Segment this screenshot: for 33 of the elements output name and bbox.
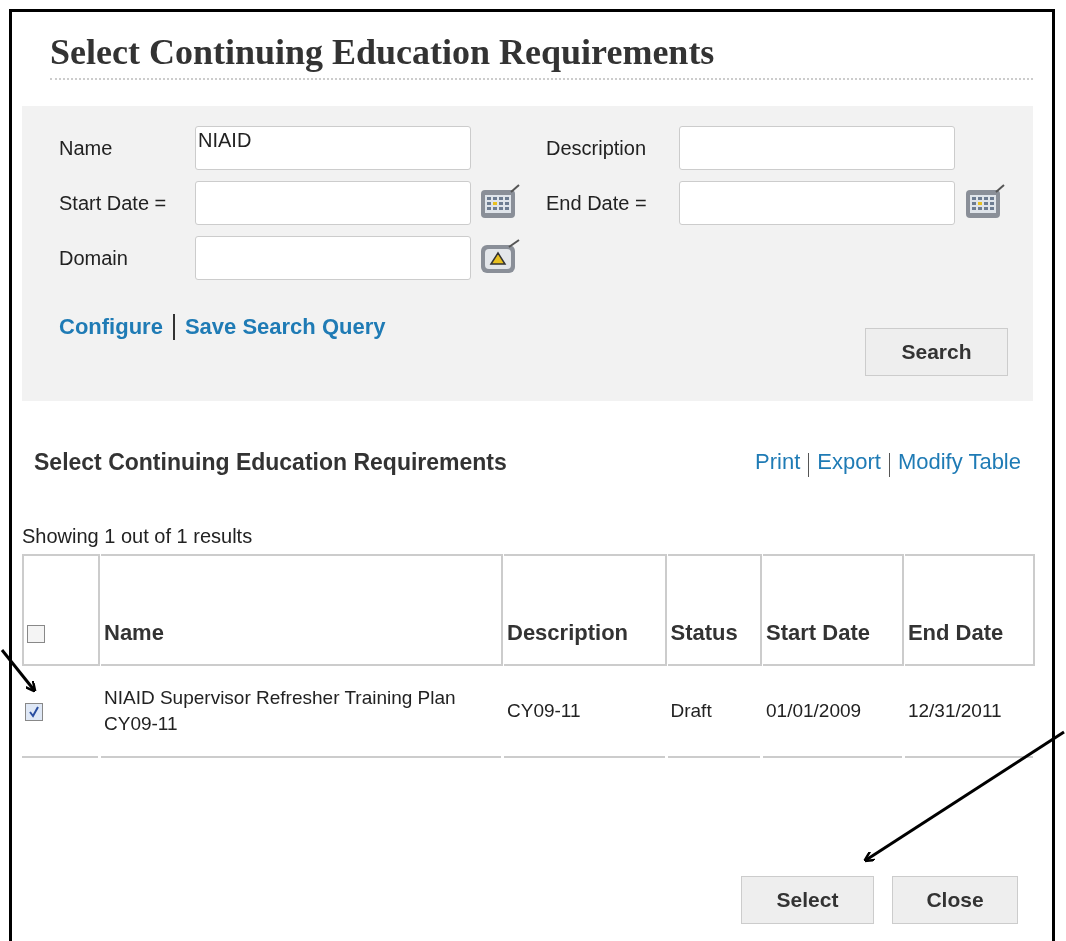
column-header[interactable]: End Date bbox=[904, 553, 1033, 666]
results-count: Showing 1 out of 1 results bbox=[22, 524, 254, 548]
column-header[interactable]: Description bbox=[504, 553, 665, 666]
checkbox[interactable] bbox=[25, 702, 43, 721]
input-field[interactable] bbox=[679, 181, 955, 225]
dialog-button[interactable]: Close bbox=[892, 875, 1018, 924]
dialog-button[interactable]: Select bbox=[741, 875, 874, 924]
input-field[interactable] bbox=[679, 126, 955, 170]
input-field[interactable] bbox=[195, 181, 471, 225]
link[interactable]: Modify Table bbox=[897, 449, 1021, 474]
link[interactable]: Configure bbox=[59, 314, 163, 340]
input-field[interactable]: NIAID bbox=[195, 126, 471, 170]
table-cell: 12/31/2011 bbox=[904, 665, 1033, 758]
column-header[interactable]: Name bbox=[101, 553, 501, 666]
link[interactable]: Save Search Query bbox=[184, 314, 386, 340]
field-label: End Date = bbox=[546, 191, 648, 215]
field-label: Name bbox=[59, 136, 114, 160]
input-field[interactable] bbox=[195, 236, 471, 280]
dialog-title: Select Continuing Education Requirements bbox=[50, 32, 1033, 80]
table-cell: Draft bbox=[667, 665, 761, 758]
search-button[interactable]: Search bbox=[865, 328, 1008, 376]
link[interactable]: Export bbox=[817, 449, 881, 474]
field-label: Domain bbox=[59, 246, 129, 270]
link[interactable]: Print bbox=[755, 449, 801, 474]
column-header[interactable]: Status bbox=[667, 553, 761, 666]
table-cell: 01/01/2009 bbox=[763, 665, 902, 758]
field-label: Start Date = bbox=[59, 191, 168, 215]
table-cell: CY09-11 bbox=[504, 665, 665, 758]
checkbox[interactable] bbox=[27, 624, 45, 643]
table-cell: NIAID Supervisor Refresher Training Plan CY09-11 bbox=[101, 665, 501, 758]
column-header[interactable]: Start Date bbox=[763, 553, 902, 666]
field-label: Description bbox=[546, 136, 648, 160]
section-heading: Select Continuing Education Requirements bbox=[34, 449, 507, 477]
